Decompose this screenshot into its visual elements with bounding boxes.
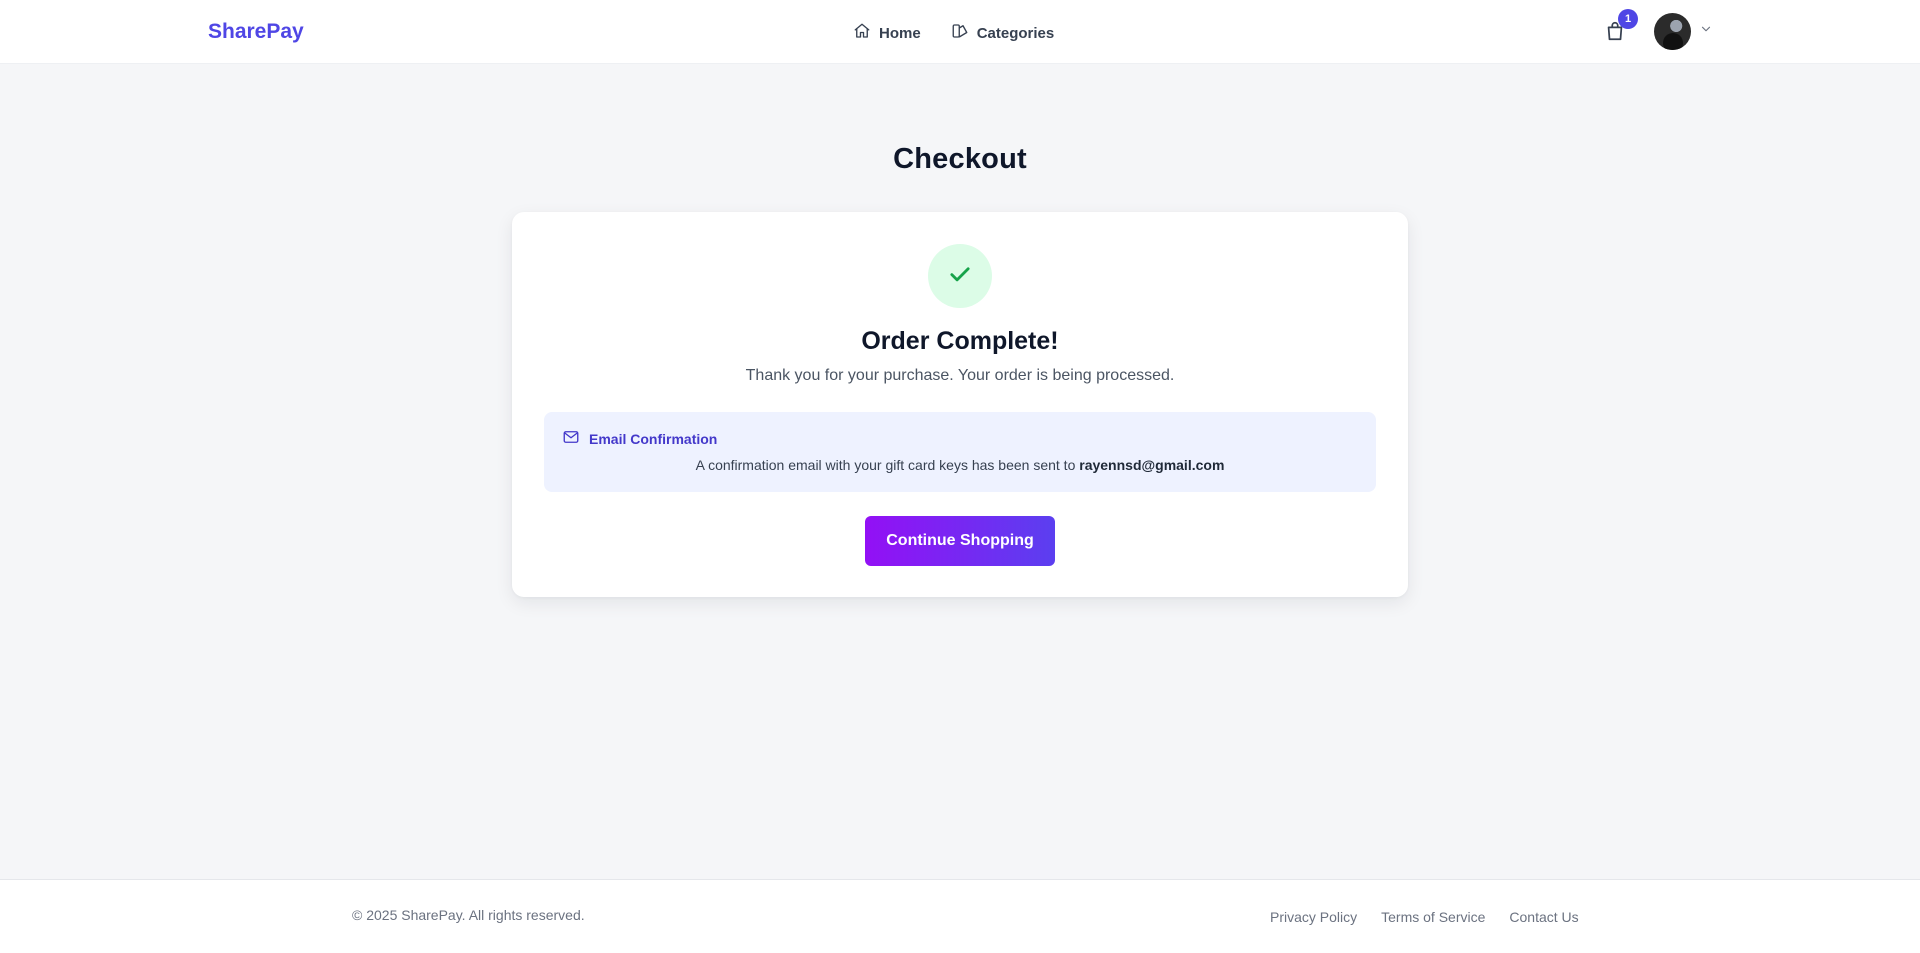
- order-complete-title: Order Complete!: [861, 327, 1059, 355]
- email-confirmation-message: A confirmation email with your gift card…: [544, 457, 1376, 473]
- cart-button[interactable]: 1: [1604, 9, 1638, 46]
- nav-home[interactable]: Home: [853, 22, 921, 44]
- shopping-bag-icon: [1604, 21, 1626, 46]
- nav-categories-label: Categories: [976, 24, 1055, 42]
- terms-of-service-link[interactable]: Terms of Service: [1381, 909, 1485, 925]
- recipient-email: rayennsd@gmail.com: [1079, 457, 1225, 473]
- contact-us-link[interactable]: Contact Us: [1509, 909, 1578, 925]
- email-confirmation-header: Email Confirmation: [562, 428, 717, 449]
- mail-icon: [562, 428, 580, 449]
- cart-count-badge: 1: [1618, 9, 1638, 29]
- nav-home-label: Home: [879, 24, 921, 42]
- chevron-down-icon: [1699, 22, 1713, 41]
- email-message-text: A confirmation email with your gift card…: [695, 457, 1080, 473]
- categories-icon: [951, 22, 969, 44]
- continue-shopping-button[interactable]: Continue Shopping: [865, 516, 1055, 566]
- success-badge: [928, 244, 992, 308]
- user-menu[interactable]: [1654, 13, 1713, 50]
- page-title: Checkout: [893, 143, 1027, 175]
- top-navbar: SharePay Home Categories 1: [0, 0, 1920, 64]
- email-confirmation-box: Email Confirmation A confirmation email …: [544, 412, 1376, 492]
- avatar: [1654, 13, 1691, 50]
- home-icon: [853, 22, 871, 44]
- footer: © 2025 SharePay. All rights reserved. Pr…: [0, 879, 1920, 953]
- email-confirmation-heading: Email Confirmation: [589, 430, 718, 447]
- nav-categories[interactable]: Categories: [951, 22, 1055, 44]
- copyright-text: © 2025 SharePay. All rights reserved.: [352, 907, 585, 923]
- order-complete-subtitle: Thank you for your purchase. Your order …: [745, 367, 1175, 384]
- footer-links: Privacy Policy Terms of Service Contact …: [1270, 909, 1579, 925]
- brand-logo[interactable]: SharePay: [208, 20, 304, 44]
- privacy-policy-link[interactable]: Privacy Policy: [1270, 909, 1357, 925]
- main-nav: Home Categories: [853, 22, 1054, 44]
- check-icon: [946, 260, 974, 293]
- order-complete-card: Order Complete! Thank you for your purch…: [512, 212, 1408, 597]
